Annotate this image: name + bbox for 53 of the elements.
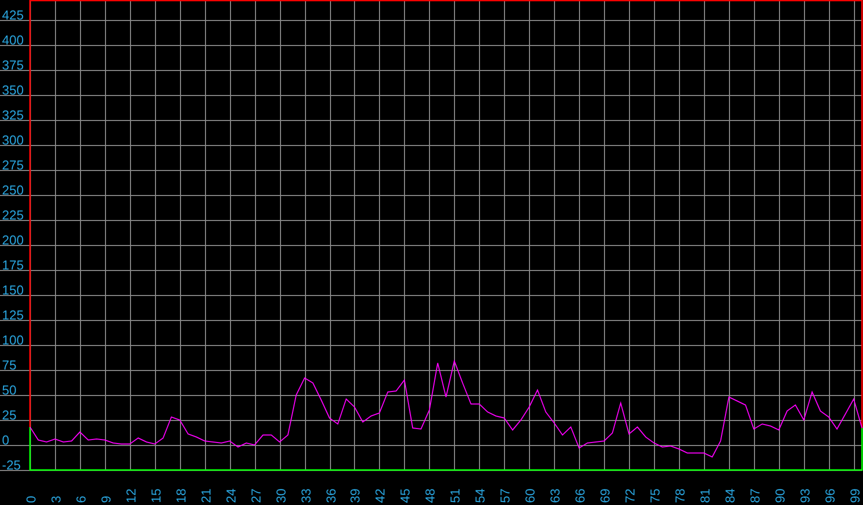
y-tick-label: -25 xyxy=(2,458,21,472)
x-tick-label: 66 xyxy=(572,488,588,503)
x-tick-label: 57 xyxy=(498,488,512,503)
x-tick-label: 48 xyxy=(422,488,438,503)
y-tick-label: 300 xyxy=(2,132,24,148)
x-tick-label: 33 xyxy=(298,488,314,503)
x-tick-label: 24 xyxy=(224,488,238,503)
y-tick-label: 25 xyxy=(2,408,16,422)
x-tick-label: 30 xyxy=(274,488,288,503)
x-tick-label: 6 xyxy=(74,496,88,503)
x-tick-label: 93 xyxy=(798,488,812,503)
y-tick-label: 275 xyxy=(2,158,24,172)
x-tick-label: 0 xyxy=(24,496,38,503)
y-tick-label: 225 xyxy=(2,208,24,222)
x-tick-label: 90 xyxy=(772,488,788,503)
y-tick-label: 325 xyxy=(2,108,24,122)
y-tick-label: 50 xyxy=(2,382,16,398)
x-tick-label: 36 xyxy=(324,488,338,503)
y-tick-label: 400 xyxy=(2,32,24,48)
x-tick-label: 81 xyxy=(698,488,712,503)
x-tick-label: 84 xyxy=(722,488,738,503)
y-tick-label: 0 xyxy=(2,432,10,448)
y-tick-label: 100 xyxy=(2,332,24,348)
y-tick-label: 125 xyxy=(2,308,24,322)
x-tick-label: 15 xyxy=(148,488,164,503)
x-tick-label: 54 xyxy=(472,488,488,503)
x-tick-label: 60 xyxy=(522,488,538,503)
x-tick-label: 72 xyxy=(622,488,638,503)
x-tick-label: 69 xyxy=(598,488,612,503)
x-tick-label: 99 xyxy=(848,488,862,503)
x-tick-label: 18 xyxy=(174,488,188,503)
y-tick-label: 75 xyxy=(2,358,16,372)
x-tick-label: 96 xyxy=(822,488,838,503)
y-tick-label: 375 xyxy=(2,58,24,72)
y-tick-label: 425 xyxy=(2,8,24,22)
x-tick-label: 3 xyxy=(48,496,64,503)
x-tick-label: 42 xyxy=(372,488,388,503)
x-tick-label: 27 xyxy=(248,488,264,503)
x-tick-label: 87 xyxy=(748,488,762,503)
y-tick-label: 200 xyxy=(2,232,24,248)
x-tick-label: 12 xyxy=(124,488,138,503)
y-tick-label: 175 xyxy=(2,258,24,272)
x-tick-label: 45 xyxy=(398,488,412,503)
y-tick-label: 350 xyxy=(2,82,24,98)
x-tick-label: 51 xyxy=(448,488,462,503)
x-tick-label: 63 xyxy=(548,488,562,503)
y-tick-label: 250 xyxy=(2,182,24,198)
x-tick-label: 21 xyxy=(198,488,214,503)
x-tick-label: 39 xyxy=(348,488,362,503)
x-tick-label: 75 xyxy=(648,488,662,503)
y-tick-label: 150 xyxy=(2,282,24,298)
x-tick-label: 78 xyxy=(672,488,688,503)
x-tick-label: 9 xyxy=(98,496,114,503)
